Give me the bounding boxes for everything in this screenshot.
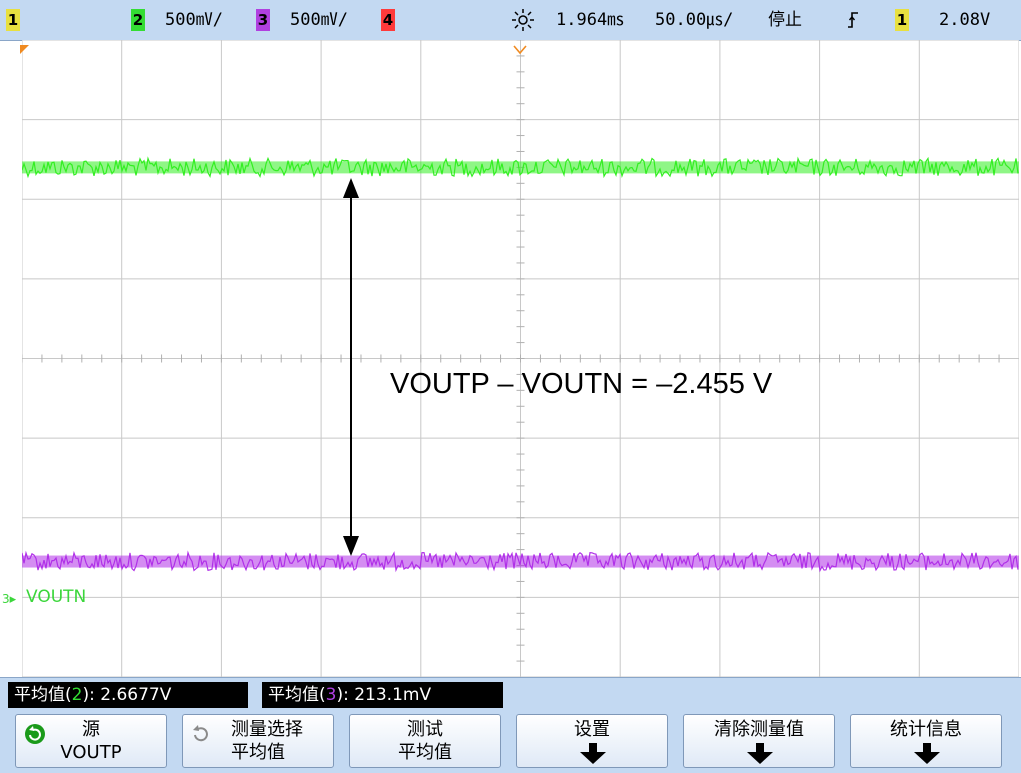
measurement-1-value: ): 2.6677V: [82, 685, 172, 705]
test-softkey-value: 平均值: [398, 742, 452, 763]
statistics-softkey-label: 统计信息: [890, 719, 962, 740]
channel-ground-marker[interactable]: 3▸: [2, 588, 16, 608]
test-softkey-label: 测试: [407, 719, 443, 740]
trigger-source-badge[interactable]: 1: [895, 9, 909, 31]
clear-measurements-softkey[interactable]: 清除测量值: [683, 714, 835, 768]
source-softkey-label: 源: [82, 719, 100, 740]
test-softkey[interactable]: 测试 平均值: [349, 714, 501, 768]
trigger-position-marker: [20, 40, 30, 54]
time-scale: 50.00㎲/: [655, 10, 734, 30]
graticule: [22, 40, 1019, 677]
measurement-1[interactable]: 平均值(2): 2.6677V: [8, 682, 248, 708]
time-delay: 1.964㎳: [556, 10, 625, 30]
oscilloscope-screen: 1 2 500㎷/ 3 500㎷/ 4 1.964㎳ 50.00㎲/ 停止 1 …: [0, 0, 1021, 773]
trigger-edge-icon: [846, 10, 860, 30]
down-arrow-icon: [579, 743, 607, 765]
measurement-2-value: ): 213.1mV: [336, 685, 432, 705]
difference-annotation: VOUTP – VOUTN = –2.455 V: [390, 368, 773, 400]
measurement-2-prefix: 平均值(: [268, 685, 326, 705]
measurement-1-prefix: 平均值(: [14, 685, 72, 705]
down-arrow-icon: [746, 743, 774, 765]
ch2-scale: 500㎷/: [165, 10, 223, 30]
status-bar: 1 2 500㎷/ 3 500㎷/ 4 1.964㎳ 50.00㎲/ 停止 1 …: [0, 0, 1021, 41]
measurement-bar: 平均值(2): 2.6677V 平均值(3): 213.1mV: [0, 677, 1021, 711]
sun-icon: [511, 8, 535, 32]
trigger-level: 2.08V: [939, 10, 991, 30]
waveform-display[interactable]: [22, 40, 1019, 677]
run-state: 停止: [768, 10, 802, 30]
ch4-badge[interactable]: 4: [381, 9, 395, 31]
measure-select-label: 测量选择: [231, 719, 303, 740]
measure-select-value: 平均值: [231, 742, 285, 763]
measurement-2[interactable]: 平均值(3): 213.1mV: [262, 682, 503, 708]
softkey-bar: 源 VOUTP 测量选择 平均值 测试 平均值 设置 清除测量值 统计信息: [0, 710, 1021, 773]
measure-select-softkey[interactable]: 测量选择 平均值: [182, 714, 334, 768]
time-reference-marker: [513, 40, 527, 55]
channel-ground-number: 3: [2, 592, 10, 606]
source-softkey-value: VOUTP: [60, 742, 122, 763]
settings-softkey-label: 设置: [574, 719, 610, 740]
ch3-scale: 500㎷/: [290, 10, 348, 30]
clear-measurements-label: 清除测量值: [714, 719, 804, 740]
ch3-badge[interactable]: 3: [256, 9, 270, 31]
ch1-badge[interactable]: 1: [6, 9, 20, 31]
double-arrow-icon: [343, 178, 359, 556]
settings-softkey[interactable]: 设置: [516, 714, 668, 768]
statistics-softkey[interactable]: 统计信息: [850, 714, 1002, 768]
ch2-badge[interactable]: 2: [131, 9, 145, 31]
measurement-1-channel: 2: [71, 685, 83, 705]
down-arrow-icon: [913, 743, 941, 765]
measurement-2-channel: 3: [325, 685, 337, 705]
source-softkey[interactable]: 源 VOUTP: [15, 714, 167, 768]
channel-label: VOUTN: [26, 587, 87, 607]
